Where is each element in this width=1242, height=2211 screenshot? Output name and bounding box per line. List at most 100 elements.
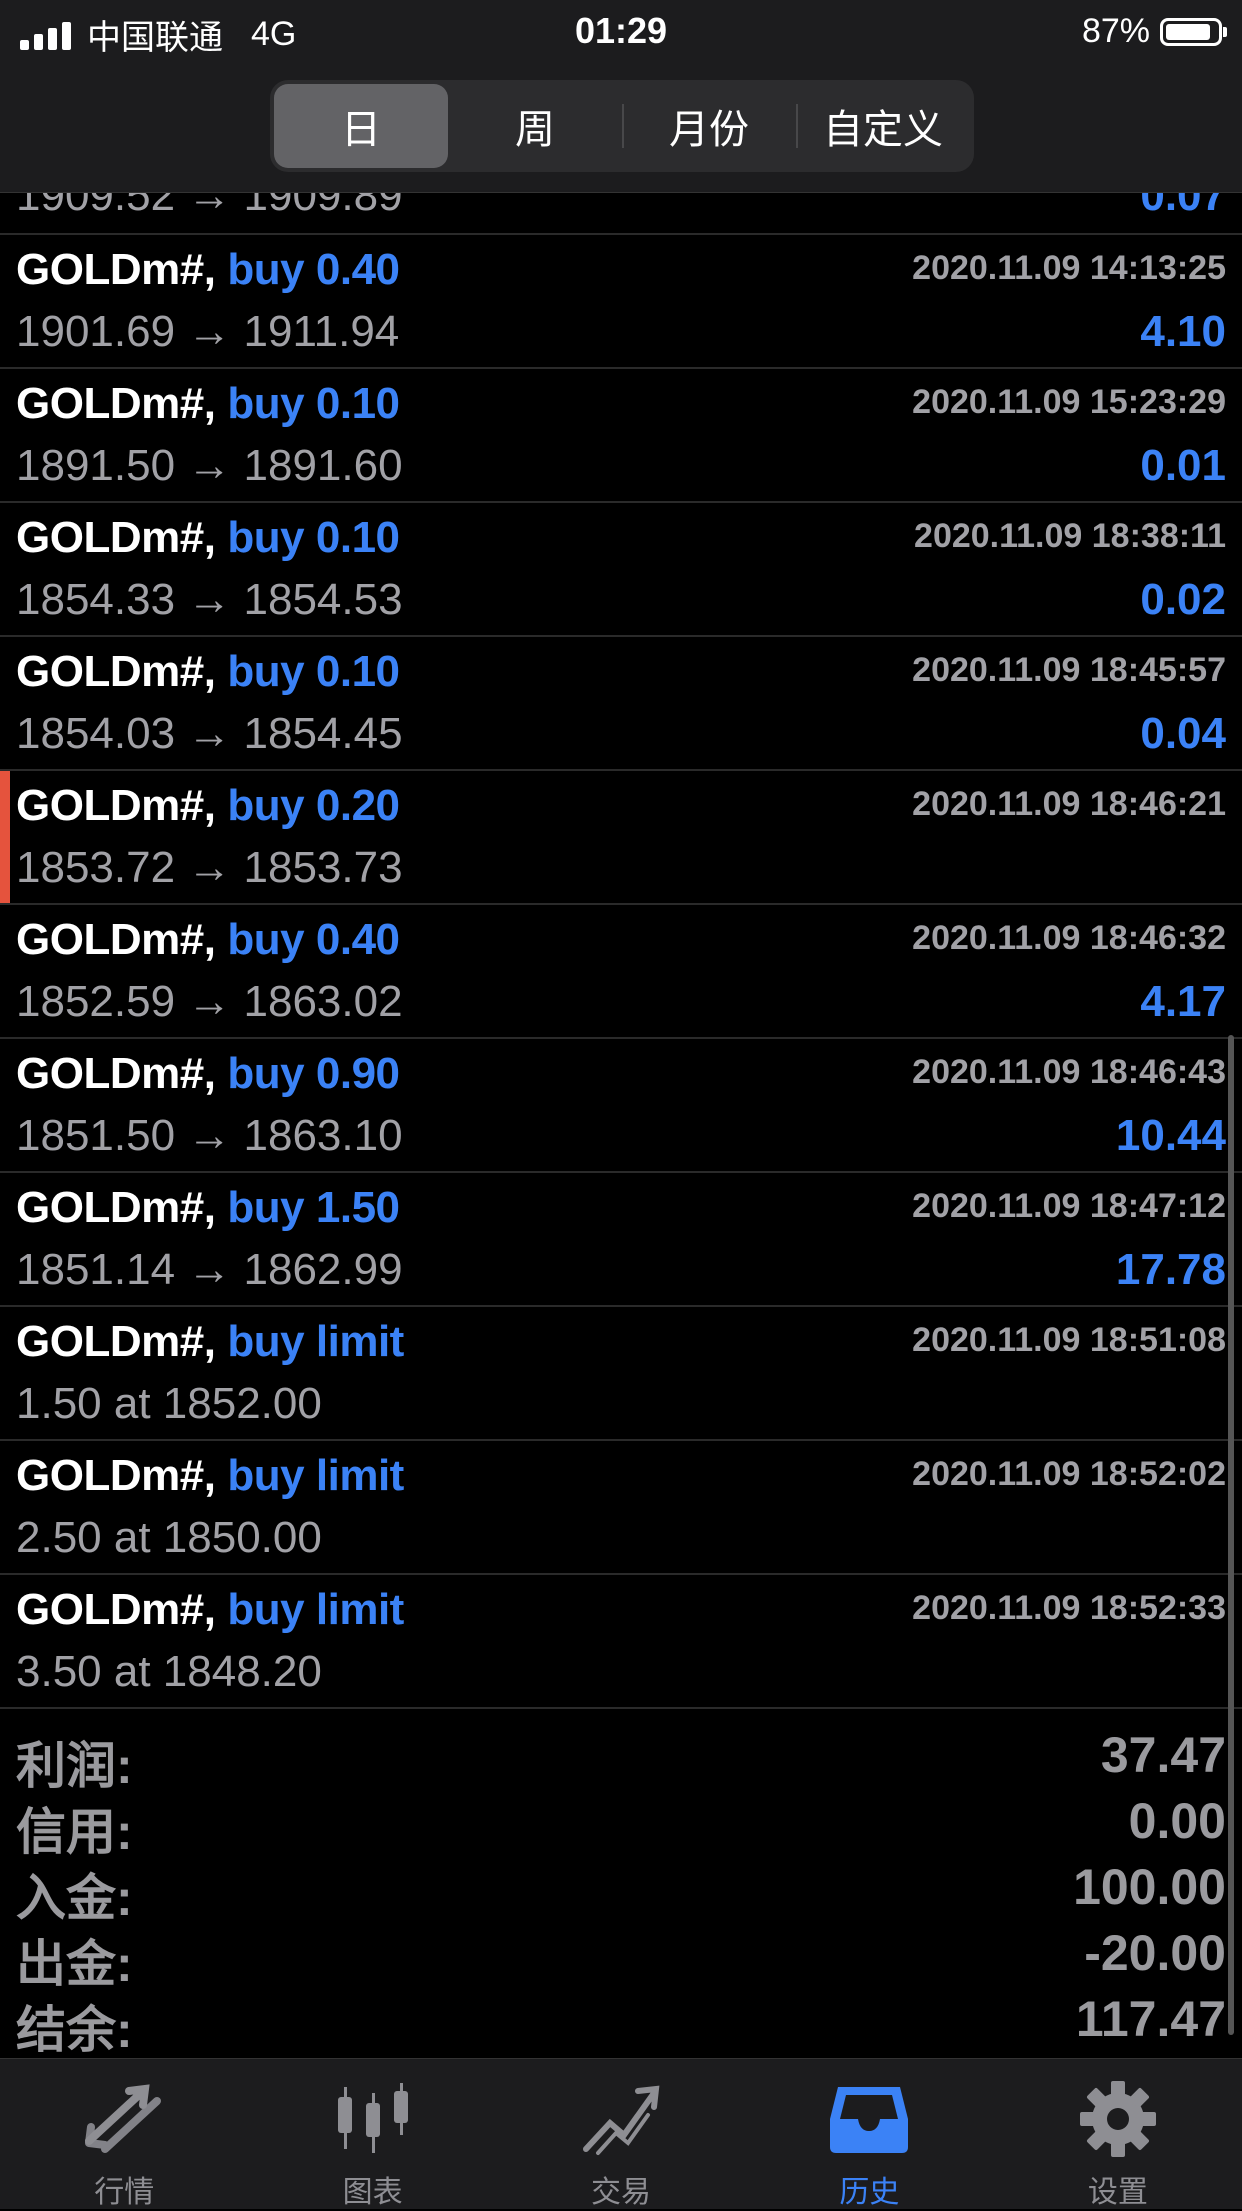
trade-symbol: GOLDm#, buy 0.10 — [16, 513, 400, 563]
history-header: 日 周 月份 自定义 — [0, 60, 1242, 193]
trade-symbol: GOLDm#, buy 1.50 — [16, 1183, 400, 1233]
trade-type: buy 0.10 — [227, 647, 400, 696]
trade-datetime: 2020.11.09 18:52:02 — [912, 1455, 1226, 1493]
segment-day[interactable]: 日 — [274, 84, 448, 168]
summary-credit: 信用: 0.00 — [0, 1786, 1242, 1860]
trade-datetime: 2020.11.09 18:46:21 — [912, 785, 1226, 823]
status-bar: 中国联通 4G 01:29 87% — [0, 0, 1242, 60]
list-item[interactable]: GOLDm#, buy 0.10 2020.11.09 15:23:29 1891.5… — [0, 369, 1242, 503]
trade-symbol: GOLDm#, buy limit — [16, 1317, 404, 1367]
symbol-name: GOLDm#, — [16, 245, 216, 294]
segment-custom[interactable]: 自定义 — [796, 84, 970, 168]
list-item[interactable]: GOLDm#, buy 0.40 2020.11.09 18:46:32 1852.5… — [0, 905, 1242, 1039]
summary-value: 0.00 — [1128, 1793, 1226, 1849]
trade-type: buy 0.10 — [227, 513, 400, 562]
trade-symbol: GOLDm#, buy 0.40 — [16, 915, 400, 965]
tab-history[interactable]: 历史 — [745, 2059, 993, 2209]
trade-type: buy 0.10 — [227, 379, 400, 428]
trade-datetime: 2020.11.09 18:52:33 — [912, 1589, 1226, 1627]
list-item[interactable]: GOLDm#, buy 0.20 2020.11.09 18:46:21 1853.7… — [0, 771, 1242, 905]
trade-datetime: 2020.11.09 18:46:32 — [912, 919, 1226, 957]
symbol-name: GOLDm#, — [16, 781, 216, 830]
trade-prices: 1891.50 → 1891.60 — [16, 441, 403, 490]
summary-value: -20.00 — [1084, 1925, 1226, 1981]
trade-prices: 1854.03 → 1854.45 — [16, 709, 403, 758]
list-item[interactable]: GOLDm#, buy 0.10 2020.11.09 18:38:11 1854.3… — [0, 503, 1242, 637]
summary-value: 37.47 — [1100, 1727, 1226, 1783]
trade-type: buy limit — [227, 1585, 404, 1634]
symbol-name: GOLDm#, — [16, 1049, 216, 1098]
trade-symbol: GOLDm#, buy 0.10 — [16, 379, 400, 429]
list-item[interactable]: GOLDm#, buy 0.90 2020.11.09 18:46:43 1851.5… — [0, 1039, 1242, 1173]
summary-profit: 利润: 37.47 — [0, 1720, 1242, 1794]
trade-datetime: 2020.11.09 14:13:25 — [912, 249, 1226, 287]
scrollbar[interactable] — [1228, 1035, 1234, 2035]
trade-prices: 1851.50 → 1863.10 — [16, 1111, 403, 1160]
summary-withdrawal: 出金: -20.00 — [0, 1918, 1242, 1992]
list-item[interactable]: GOLDm#, buy limit 2020.11.09 18:51:08 1.50 … — [0, 1307, 1242, 1441]
trade-symbol: GOLDm#, buy 0.20 — [16, 781, 400, 831]
trade-type: buy 0.40 — [227, 915, 400, 964]
list-item[interactable]: GOLDm#, buy limit 2020.11.09 18:52:02 2.50 … — [0, 1441, 1242, 1575]
trade-symbol: GOLDm#, buy 0.40 — [16, 245, 400, 295]
symbol-name: GOLDm#, — [16, 513, 216, 562]
history-inbox-icon — [830, 2087, 909, 2153]
summary-deposit: 入金: 100.00 — [0, 1852, 1242, 1926]
segment-month[interactable]: 月份 — [622, 84, 796, 168]
trade-profit: 0.07 — [1140, 193, 1226, 220]
list-item[interactable]: GOLDm#, buy limit 2020.11.09 18:52:33 3.50 … — [0, 1575, 1242, 1709]
tab-settings[interactable]: 设置 — [994, 2059, 1242, 2209]
list-item[interactable]: GOLDm#, buy 1.50 2020.11.09 18:47:12 1851.1… — [0, 1173, 1242, 1307]
trade-type: buy 0.90 — [227, 1049, 400, 1098]
trade-prices: 1.50 at 1852.00 — [16, 1379, 322, 1428]
trade-prices: 1901.69 → 1911.94 — [16, 307, 400, 356]
list-item[interactable]: GOLDm#, buy 0.10 2020.11.09 18:45:57 1854.0… — [0, 637, 1242, 771]
tab-label: 设置 — [1087, 2176, 1148, 2209]
trade-profit: 4.17 — [1140, 977, 1226, 1026]
trade-profit: 10.44 — [1115, 1111, 1226, 1160]
tab-trade[interactable]: 交易 — [497, 2059, 745, 2209]
symbol-name: GOLDm#, — [16, 1183, 216, 1232]
trade-datetime: 2020.11.09 18:38:11 — [914, 517, 1226, 555]
account-summary: 利润: 37.47 信用: 0.00 入金: 100.00 出金: -20.00… — [0, 1720, 1242, 2060]
symbol-name: GOLDm#, — [16, 915, 216, 964]
trade-type: buy limit — [227, 1451, 404, 1500]
trade-datetime: 2020.11.09 18:45:57 — [912, 651, 1226, 689]
trade-type: buy 0.40 — [227, 245, 400, 294]
tab-label: 交易 — [591, 2176, 652, 2209]
tab-label: 历史 — [839, 2176, 900, 2209]
trade-symbol: GOLDm#, buy limit — [16, 1451, 404, 1501]
trade-history-list[interactable]: 1909.52 → 1909.89 0.07 GOLDm#, buy 0.40 20… — [0, 193, 1242, 1720]
trade-symbol: GOLDm#, buy limit — [16, 1585, 404, 1635]
trade-profit: 17.78 — [1115, 1245, 1226, 1294]
candlestick-chart-icon — [337, 2083, 408, 2153]
gear-icon — [1079, 2081, 1156, 2157]
trade-type: buy limit — [227, 1317, 404, 1366]
trade-datetime: 2020.11.09 18:47:12 — [912, 1187, 1226, 1225]
symbol-name: GOLDm#, — [16, 1585, 216, 1634]
segment-week[interactable]: 周 — [448, 84, 622, 168]
trade-profit: 0.01 — [1140, 441, 1226, 490]
clock: 01:29 — [574, 10, 668, 51]
trade-profit: 0.04 — [1140, 709, 1226, 758]
tab-chart[interactable]: 图表 — [248, 2059, 496, 2209]
trade-datetime: 2020.11.09 18:46:43 — [912, 1053, 1226, 1091]
quotes-arrows-icon — [85, 2084, 162, 2153]
symbol-name: GOLDm#, — [16, 1451, 216, 1500]
trade-symbol: GOLDm#, buy 0.10 — [16, 647, 400, 697]
trade-trend-icon — [583, 2085, 660, 2155]
bottom-tab-bar: 行情 图表 交易 历史 设置 — [0, 2058, 1242, 2209]
summary-value: 100.00 — [1073, 1859, 1226, 1915]
trade-type: buy 0.20 — [227, 781, 400, 830]
trade-prices: 1851.14 → 1862.99 — [16, 1245, 403, 1294]
tab-quotes[interactable]: 行情 — [0, 2059, 248, 2209]
trade-prices: 1853.72 → 1853.73 — [16, 843, 403, 892]
symbol-name: GOLDm#, — [16, 647, 216, 696]
period-segmented-control: 日 周 月份 自定义 — [270, 80, 974, 172]
list-item[interactable]: GOLDm#, buy 0.40 2020.11.09 14:13:25 1901.6… — [0, 235, 1242, 369]
battery-icon — [1160, 17, 1227, 46]
trade-profit: 4.10 — [1140, 307, 1226, 356]
trade-prices: 1909.52 → 1909.89 — [16, 193, 403, 220]
list-item[interactable]: 1909.52 → 1909.89 0.07 — [0, 193, 1242, 235]
trade-datetime: 2020.11.09 15:23:29 — [912, 383, 1226, 421]
